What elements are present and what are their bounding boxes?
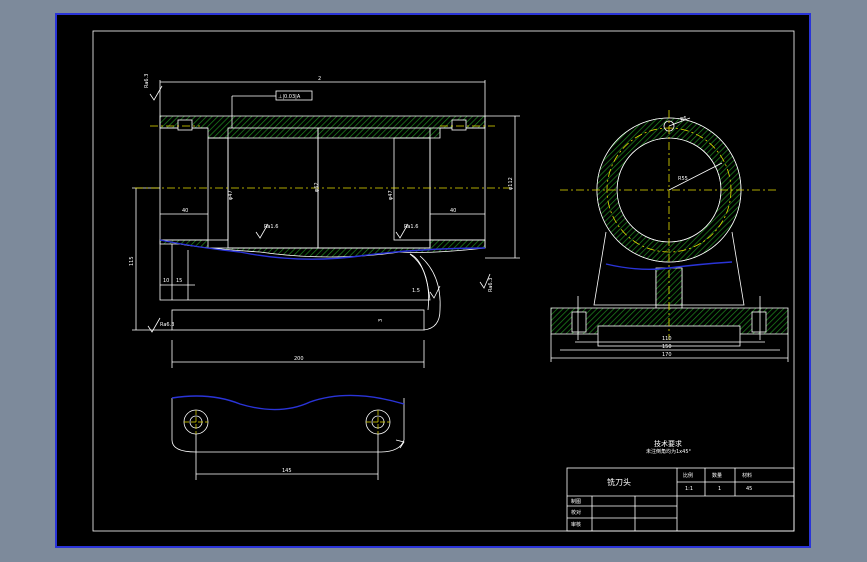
side-view	[550, 117, 789, 362]
dim-right-40: 40	[450, 208, 456, 214]
qty-value: 1	[718, 486, 721, 492]
front-top-wall	[159, 115, 486, 139]
roughness-top: Ra6.3	[144, 74, 150, 88]
notes-line1: 未注倒角均为1x45°	[646, 448, 692, 455]
drawing-frame	[92, 30, 795, 532]
tolerance-frame: ⊥|0.03|A	[278, 94, 301, 100]
bottom-centerlines	[184, 410, 390, 434]
small-note: 1.5	[412, 288, 420, 294]
roughness-bore-right: Ra1.6	[404, 224, 418, 230]
dim-foot-10: 10	[163, 278, 169, 284]
dim-height-left: 115	[129, 256, 135, 266]
side-centerlines	[560, 110, 778, 340]
hole-label: φ6	[680, 116, 686, 122]
scale-value: 1:1	[685, 486, 693, 492]
dim-left-40: 40	[182, 208, 188, 214]
bore-left-dim: φ47	[228, 190, 234, 200]
col-material: 材料	[742, 472, 752, 479]
bore-right-dim: φ47	[388, 190, 394, 200]
material-value: 45	[746, 486, 752, 492]
bore-mid-dim: φ62	[314, 182, 320, 192]
title-block-text: 铣刀头 比例 数量 材料 1:1 1 45 制图 校对 审核	[571, 472, 752, 528]
dim-110: 110	[662, 336, 672, 342]
dim-base-length: 200	[294, 356, 304, 362]
notes-title: 技术要求	[654, 439, 682, 448]
row-check: 校对	[571, 509, 581, 516]
dim-height-right: φ112	[508, 177, 514, 190]
dim-foot-15: 15	[176, 278, 182, 284]
col-qty: 数量	[712, 472, 722, 479]
dim-slot: 3	[378, 319, 384, 322]
radius-label: R55	[678, 176, 688, 182]
roughness-foot: Ra6.3	[488, 278, 494, 292]
row-draw: 制图	[571, 498, 581, 505]
roughness-bore-left: Ra1.6	[264, 224, 278, 230]
dim-hole-spacing: 145	[282, 468, 292, 474]
dim-170: 170	[662, 352, 672, 358]
dim-150: 150	[662, 344, 672, 350]
row-review: 审核	[571, 521, 581, 528]
title-block	[566, 467, 795, 532]
cad-drawing: 2 ⊥|0.03|A Ra6.3 Ra1.6 Ra1.6 Ra6.3 Ra6.3…	[92, 30, 795, 532]
dim-overall-width: 2	[318, 76, 321, 82]
front-view	[132, 80, 520, 368]
col-scale: 比例	[683, 472, 693, 479]
roughness-left-face: Ra6.3	[160, 322, 174, 328]
part-name: 铣刀头	[607, 477, 631, 487]
